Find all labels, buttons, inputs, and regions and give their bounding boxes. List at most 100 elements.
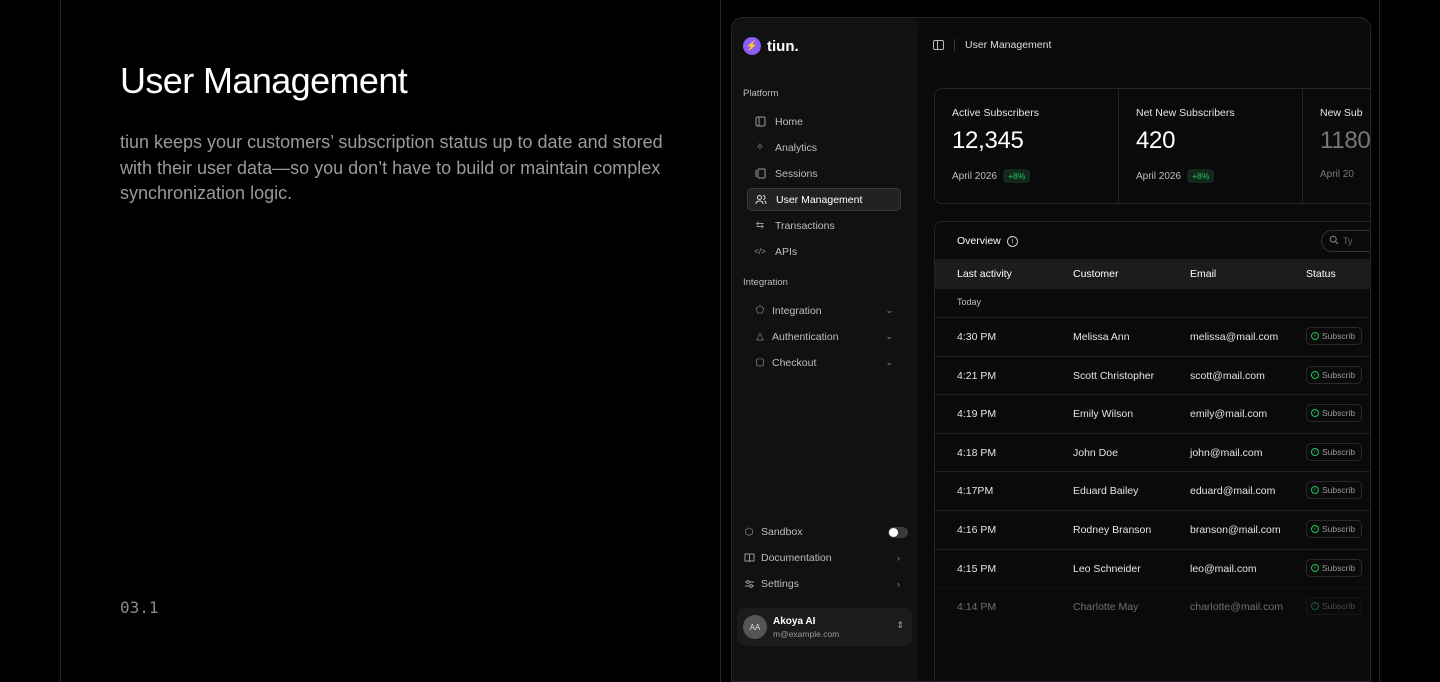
sandbox-toggle-row[interactable]: ⬡ Sandbox [743, 522, 908, 542]
check-circle-icon: ✓ [1311, 525, 1319, 533]
stat-period: April 2026 [1136, 170, 1182, 182]
cell-customer: Eduard Bailey [1073, 485, 1139, 498]
sidebar-item-sessions[interactable]: Sessions [747, 162, 901, 185]
sidebar-item-authentication[interactable]: △ Authentication ⌄ [747, 325, 901, 348]
cell-customer: Charlotte May [1073, 601, 1139, 614]
sidebar-item-checkout[interactable]: ▢ Checkout ⌄ [747, 351, 901, 374]
status-badge: ✓ Subscrib [1306, 481, 1363, 500]
table-row[interactable]: 4:21 PM Scott Christopher scott@mail.com ✓ S… [935, 355, 1370, 394]
code-icon: </> [754, 247, 766, 256]
cell-email: eduard@mail.com [1190, 485, 1276, 498]
status-label: Subscrib [1322, 524, 1356, 534]
cell-email: charlotte@mail.com [1190, 601, 1283, 614]
divider [954, 39, 955, 51]
check-circle-icon: ✓ [1311, 602, 1319, 611]
column-header-status[interactable]: Status [1306, 268, 1336, 280]
status-badge: ✓ Subscrib [1306, 558, 1363, 577]
main-content: User Management Active Subscribers 12,34… [917, 23, 1370, 681]
cell-email: john@mail.com [1190, 446, 1263, 459]
search-icon [1329, 235, 1339, 247]
status-badge: ✓ Subscrib [1306, 597, 1363, 616]
bolt-icon: ⚡ [743, 37, 761, 55]
frame-divider-center [720, 0, 721, 682]
sidebar-item-label: Checkout [772, 356, 817, 369]
cell-last-activity: 4:16 PM [957, 524, 997, 536]
info-icon[interactable]: i [1006, 235, 1018, 247]
brand[interactable]: ⚡ tiun. [743, 37, 799, 55]
sidebar-item-label: User Management [776, 193, 863, 206]
sessions-icon [754, 168, 766, 180]
settings-link[interactable]: Settings › [743, 574, 908, 594]
table-row[interactable]: 4:18 PM John Doe john@mail.com ✓ Subscrib [935, 432, 1370, 471]
chevron-down-icon: ⌄ [885, 331, 893, 341]
group-label-integration: Integration [743, 277, 788, 288]
sidebar-item-label: Authentication [772, 330, 839, 343]
feature-description: tiun keeps your customers’ subscription … [120, 132, 663, 203]
sidebar-item-transactions[interactable]: ⇆ Transactions [747, 214, 901, 237]
sidebar-item-apis[interactable]: </> APIs [747, 240, 901, 263]
stats-cards: Active Subscribers 12,345 April 2026 +8%… [934, 88, 1370, 204]
topbar: User Management [933, 39, 1051, 51]
cell-customer: John Doe [1073, 446, 1118, 459]
cell-email: leo@mail.com [1190, 562, 1257, 575]
stat-card-new-subscribers: New Sub 1180 April 20 [1303, 89, 1370, 203]
table-row[interactable]: 4:17PM Eduard Bailey eduard@mail.com ✓ Subsc… [935, 471, 1370, 509]
stat-value: 420 [1136, 127, 1176, 154]
sidebar-item-label: Integration [772, 304, 822, 317]
sidebar-toggle-icon[interactable] [933, 40, 944, 50]
cell-last-activity: 4:19 PM [957, 408, 997, 421]
sidebar-item-user-management[interactable]: User Management [747, 188, 901, 211]
table-row[interactable]: 4:14 PM Charlotte May charlotte@mail.com ✓ S… [935, 587, 1370, 625]
page-title: User Management [965, 39, 1052, 51]
column-header-last-activity[interactable]: Last activity [957, 268, 1012, 280]
check-circle-icon: ✓ [1311, 563, 1319, 572]
cell-customer: Leo Schneider [1073, 562, 1141, 575]
sidebar-item-analytics[interactable]: ✧ Analytics [747, 136, 901, 159]
section-number: 03.1 [120, 598, 159, 617]
table-row[interactable]: 4:15 PM Leo Schneider leo@mail.com ✓ Subscri… [935, 548, 1370, 587]
status-label: Subscrib [1322, 485, 1356, 496]
column-header-customer[interactable]: Customer [1073, 268, 1119, 280]
book-icon [743, 552, 755, 564]
group-label-platform: Platform [743, 88, 779, 99]
user-account-menu[interactable]: AA Akoya AI m@example.com ⇕ [737, 608, 912, 646]
status-badge: ✓ Subscrib [1306, 520, 1363, 538]
status-label: Subscrib [1322, 331, 1356, 341]
sparkle-icon: ✧ [755, 142, 765, 153]
sidebar-item-label: APIs [775, 245, 798, 258]
sidebar-item-label: Sessions [775, 167, 818, 180]
triangle-icon: △ [756, 331, 764, 342]
table-header: Overview i [957, 235, 1018, 247]
check-circle-icon: ✓ [1311, 447, 1319, 456]
cell-email: scott@mail.com [1190, 369, 1265, 382]
stat-card-net-new-subscribers: Net New Subscribers 420 April 2026 +8% [1119, 89, 1303, 203]
cell-last-activity: 4:21 PM [957, 369, 997, 382]
sidebar-item-home[interactable]: Home [747, 110, 901, 133]
check-circle-icon: ✓ [1311, 409, 1319, 418]
feature-title: User Management [120, 60, 408, 101]
column-header-email[interactable]: Email [1190, 268, 1216, 280]
stat-label: Net New Subscribers [1136, 107, 1235, 119]
stat-delta-badge: +8% [1003, 169, 1031, 183]
cell-last-activity: 4:17PM [957, 485, 994, 498]
cell-customer: Melissa Ann [1073, 331, 1130, 343]
user-email: m@example.com [773, 628, 840, 639]
table-head: Last activity Customer Email Status [935, 259, 1370, 289]
sandbox-toggle[interactable] [888, 527, 908, 538]
sliders-icon [743, 578, 755, 590]
search-input[interactable]: Ty [1321, 230, 1370, 252]
feature-intro: User Management tiun keeps your customer… [120, 60, 680, 207]
table-row[interactable]: 4:19 PM Emily Wilson emily@mail.com ✓ Subscr… [935, 394, 1370, 432]
stat-label: New Sub [1320, 107, 1363, 119]
table-row[interactable]: 4:16 PM Rodney Branson branson@mail.com ✓ Su… [935, 510, 1370, 548]
table-row[interactable]: 4:30 PM Melissa Ann melissa@mail.com ✓ Subsc… [935, 317, 1370, 355]
stat-delta-badge: +8% [1187, 169, 1215, 183]
sidebar-item-label: Analytics [775, 141, 818, 154]
documentation-link[interactable]: Documentation › [743, 548, 908, 568]
stat-value: 1180 [1320, 127, 1370, 154]
brand-name: tiun. [767, 37, 799, 55]
sidebar-item-integration[interactable]: ⬠ Integration ⌄ [747, 299, 901, 322]
avatar: AA [743, 615, 767, 639]
check-circle-icon: ✓ [1311, 486, 1319, 495]
transfer-icon: ⇆ [755, 220, 765, 231]
